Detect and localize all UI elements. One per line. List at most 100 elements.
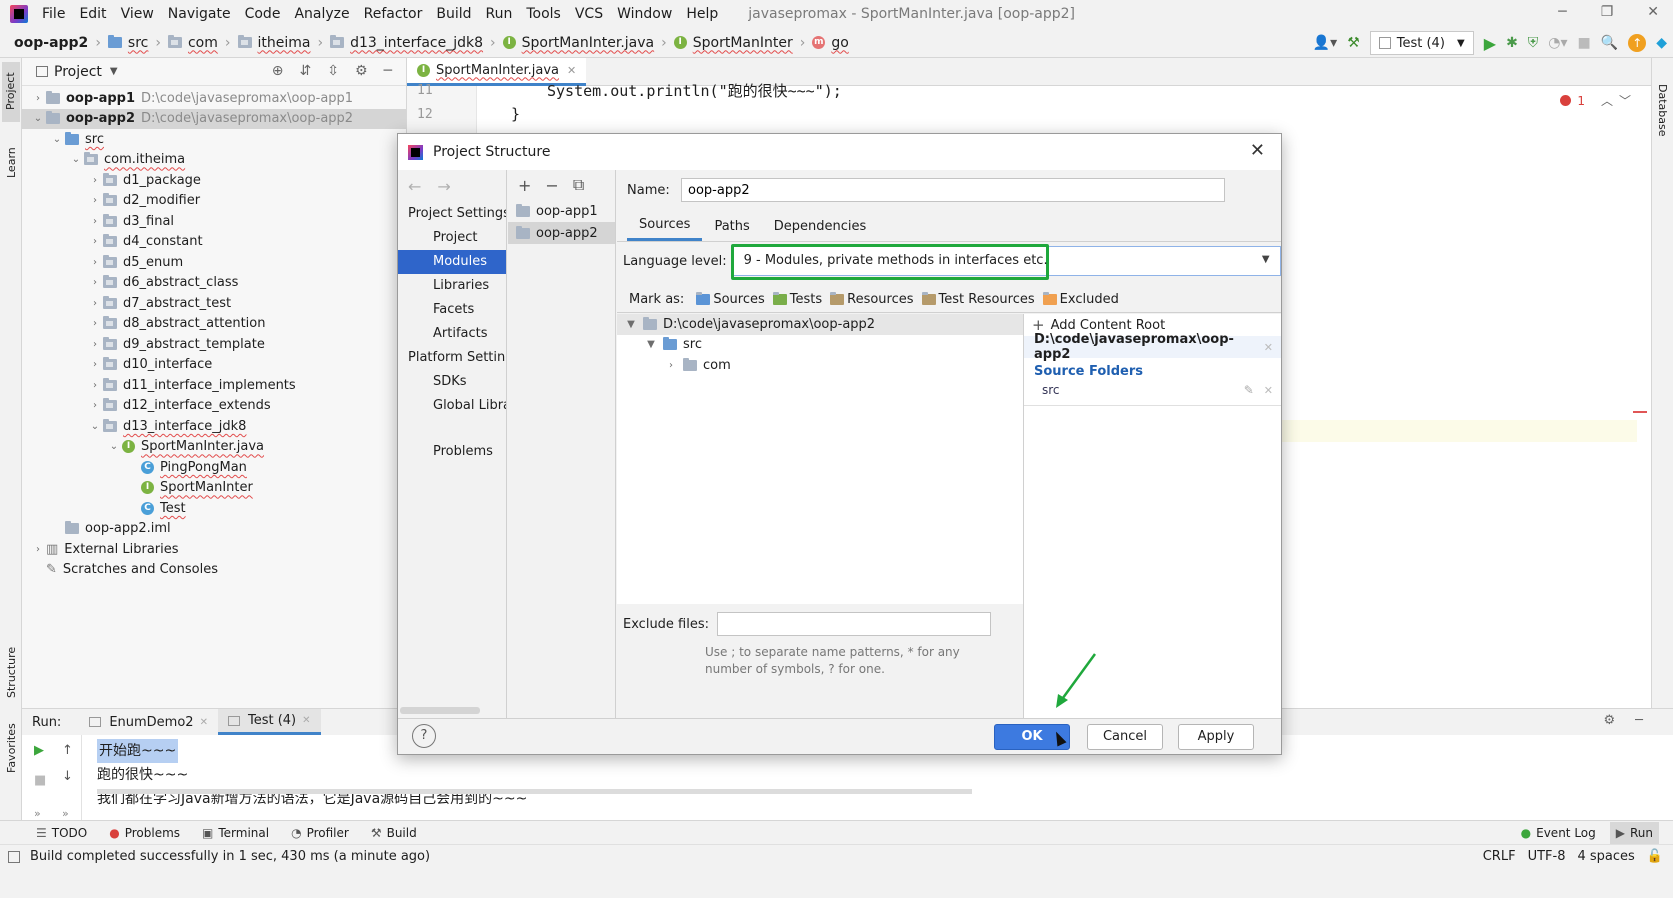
hide-icon[interactable]: ─ bbox=[384, 63, 392, 79]
project-tree-item[interactable]: › d12_interface_extends bbox=[22, 396, 406, 417]
line-separator[interactable]: CRLF bbox=[1483, 849, 1516, 864]
exclude-files-input[interactable] bbox=[717, 612, 992, 636]
tab-sources[interactable]: Sources bbox=[627, 209, 703, 241]
project-tool-button[interactable]: Project bbox=[2, 62, 20, 122]
nav-item[interactable]: Facets bbox=[398, 298, 506, 322]
mark-as-option[interactable]: Tests bbox=[772, 292, 822, 307]
breadcrumb-item[interactable]: m go bbox=[812, 35, 849, 51]
close-dialog-icon[interactable]: ✕ bbox=[1250, 140, 1265, 161]
tab-dependencies[interactable]: Dependencies bbox=[762, 211, 879, 240]
run-tab[interactable]: EnumDemo2 ✕ bbox=[79, 709, 218, 735]
error-icon[interactable] bbox=[1560, 95, 1572, 106]
chevron-right-icon[interactable]: › bbox=[87, 277, 103, 288]
close-icon[interactable]: ✕ bbox=[1264, 384, 1273, 397]
chevron-right-icon[interactable]: › bbox=[87, 339, 103, 350]
name-input[interactable] bbox=[681, 178, 1225, 202]
project-tree-item[interactable]: › d1_package bbox=[22, 170, 406, 191]
remove-icon[interactable]: − bbox=[545, 176, 558, 195]
project-tree-item[interactable]: I SportManInter bbox=[22, 478, 406, 499]
expand-all-icon[interactable]: ⇵ bbox=[300, 63, 312, 79]
profile-icon[interactable]: ◔▾ bbox=[1548, 35, 1567, 51]
menu-item[interactable]: Navigate bbox=[168, 6, 231, 22]
nav-item[interactable]: Libraries bbox=[398, 274, 506, 298]
menu-item[interactable]: File bbox=[42, 6, 65, 22]
nav-item[interactable]: Project bbox=[398, 226, 506, 250]
forward-arrow-icon[interactable]: → bbox=[437, 177, 450, 196]
project-tree-item[interactable]: › d10_interface bbox=[22, 355, 406, 376]
menu-item[interactable]: Refactor bbox=[364, 6, 423, 22]
close-tab-icon[interactable]: ✕ bbox=[567, 64, 576, 77]
nav-item[interactable]: Artifacts bbox=[398, 322, 506, 346]
chevron-up-icon[interactable]: ︿ bbox=[1601, 92, 1613, 109]
chevron-down-icon[interactable]: ⌄ bbox=[49, 134, 65, 145]
project-tree-item[interactable]: › oop-app1 D:\code\javasepromax\oop-app1 bbox=[22, 88, 406, 109]
chevron-right-icon[interactable]: › bbox=[30, 93, 46, 104]
chevron-down-icon[interactable]: ▼ bbox=[110, 66, 118, 77]
tree-root[interactable]: ▼ D:\code\javasepromax\oop-app2 bbox=[617, 314, 1023, 335]
mark-as-option[interactable]: Excluded bbox=[1042, 292, 1119, 307]
project-tree-item[interactable]: › d5_enum bbox=[22, 252, 406, 273]
chevron-down-icon[interactable]: ⌄ bbox=[106, 441, 122, 452]
scroll-up-icon[interactable]: ↑ bbox=[62, 743, 73, 758]
toolbox-icon[interactable]: ◆ bbox=[1656, 35, 1667, 51]
breadcrumb-item[interactable]: oop-app2 bbox=[14, 35, 88, 51]
build-hammer-icon[interactable]: ⚒ bbox=[1347, 35, 1360, 51]
chevron-right-icon[interactable]: › bbox=[87, 380, 103, 391]
favorites-tool-label[interactable]: Favorites bbox=[5, 723, 18, 773]
project-tree-item[interactable]: › ▥ External Libraries bbox=[22, 539, 406, 560]
run-config-select[interactable]: Test (4) ▼ bbox=[1369, 31, 1474, 55]
apply-button[interactable]: Apply bbox=[1178, 724, 1254, 750]
chevron-right-icon[interactable]: › bbox=[87, 298, 103, 309]
breadcrumb-item[interactable]: I SportManInter.java bbox=[502, 35, 654, 51]
chevron-right-icon[interactable]: › bbox=[87, 236, 103, 247]
source-folder-item[interactable]: src ✎ ✕ bbox=[1024, 379, 1281, 401]
stop-icon[interactable]: ■ bbox=[1578, 35, 1591, 51]
project-tree-item[interactable]: C Test bbox=[22, 498, 406, 519]
database-tool-label[interactable]: Database bbox=[1656, 84, 1669, 137]
back-arrow-icon[interactable]: ← bbox=[408, 177, 421, 196]
copy-icon[interactable]: ⧉ bbox=[573, 175, 584, 195]
menu-item[interactable]: Help bbox=[686, 6, 718, 22]
chevron-right-icon[interactable]: › bbox=[87, 175, 103, 186]
debug-icon[interactable]: ✱ bbox=[1506, 35, 1518, 51]
scroll-down-icon[interactable]: ↓ bbox=[62, 769, 73, 784]
search-icon[interactable]: 🔍 bbox=[1601, 35, 1618, 51]
menu-item[interactable]: Code bbox=[245, 6, 281, 22]
close-window-icon[interactable]: ✕ bbox=[1647, 4, 1659, 20]
bottom-tool-button[interactable]: ⚒ Build bbox=[371, 826, 417, 840]
project-tree-item[interactable]: › d2_modifier bbox=[22, 191, 406, 212]
breadcrumb-item[interactable]: src bbox=[107, 35, 148, 51]
file-encoding[interactable]: UTF-8 bbox=[1528, 849, 1566, 864]
module-item[interactable]: oop-app1 bbox=[508, 200, 615, 222]
chevron-right-icon[interactable]: › bbox=[87, 216, 103, 227]
project-tree-item[interactable]: C PingPongMan bbox=[22, 457, 406, 478]
bottom-tool-button[interactable]: ☰ TODO bbox=[36, 826, 87, 840]
indent-setting[interactable]: 4 spaces bbox=[1577, 849, 1634, 864]
learn-tool-label[interactable]: Learn bbox=[5, 147, 18, 178]
breadcrumb-item[interactable]: itheima bbox=[237, 35, 310, 51]
hide-icon[interactable]: ─ bbox=[1635, 713, 1643, 728]
chevron-down-icon[interactable]: ﹀ bbox=[1619, 92, 1631, 109]
chevron-right-icon[interactable]: › bbox=[87, 359, 103, 370]
bottom-tool-button[interactable]: ▣ Terminal bbox=[202, 826, 269, 840]
bottom-tool-button[interactable]: ● Problems bbox=[109, 826, 180, 840]
output-hscrollbar[interactable] bbox=[97, 789, 972, 794]
cancel-button[interactable]: Cancel bbox=[1087, 724, 1163, 750]
help-button[interactable]: ? bbox=[412, 724, 436, 748]
close-tab-icon[interactable]: ✕ bbox=[302, 715, 310, 726]
project-tree-item[interactable]: › d9_abstract_template bbox=[22, 334, 406, 355]
collapse-all-icon[interactable]: ⇳ bbox=[327, 63, 339, 79]
project-tree-item[interactable]: › d11_interface_implements bbox=[22, 375, 406, 396]
mark-as-option[interactable]: Resources bbox=[830, 292, 914, 307]
update-icon[interactable]: ↑ bbox=[1628, 34, 1647, 52]
mark-as-option[interactable]: Test Resources bbox=[921, 292, 1035, 307]
add-icon[interactable]: + bbox=[518, 176, 531, 195]
chevron-down-icon[interactable]: ⌄ bbox=[68, 154, 84, 165]
nav-hscrollbar[interactable] bbox=[400, 707, 480, 714]
breadcrumb-item[interactable]: I SportManInter bbox=[673, 35, 793, 51]
bottom-tool-button[interactable]: ◔ Profiler bbox=[291, 826, 349, 840]
tree-com[interactable]: › com bbox=[617, 355, 1023, 376]
breadcrumb-item[interactable]: com bbox=[167, 35, 218, 51]
project-tree-item[interactable]: › d4_constant bbox=[22, 232, 406, 253]
stop-icon[interactable]: ■ bbox=[34, 773, 46, 788]
